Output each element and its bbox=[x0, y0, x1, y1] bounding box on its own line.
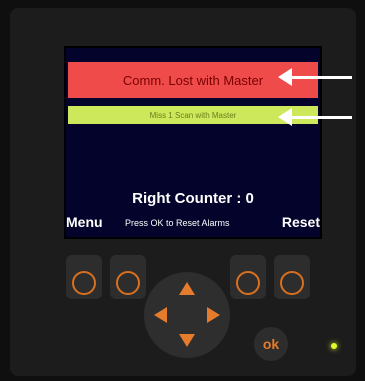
directional-pad[interactable] bbox=[144, 272, 230, 358]
softkey-button-4[interactable] bbox=[274, 255, 310, 299]
ok-button[interactable]: ok bbox=[254, 327, 288, 361]
softkey-button-2[interactable] bbox=[110, 255, 146, 299]
warning-message: Miss 1 Scan with Master bbox=[149, 110, 237, 120]
softkey-labels: Menu Press OK to Reset Alarms Reset bbox=[66, 214, 320, 232]
status-led bbox=[331, 343, 337, 349]
arrow-line-top bbox=[290, 76, 352, 79]
hmi-device: Comm. Lost with Master Miss 1 Scan with … bbox=[0, 0, 365, 381]
key-ring-icon bbox=[280, 271, 304, 295]
arrow-head-bottom-icon bbox=[278, 108, 292, 126]
arrow-head-top-icon bbox=[278, 68, 292, 86]
softkey-menu-label: Menu bbox=[66, 214, 103, 230]
arrow-line-bottom bbox=[290, 116, 352, 119]
dpad-down-icon[interactable] bbox=[179, 334, 195, 347]
softkey-button-3[interactable] bbox=[230, 255, 266, 299]
key-ring-icon bbox=[236, 271, 260, 295]
dpad-up-icon[interactable] bbox=[179, 282, 195, 295]
key-ring-icon bbox=[72, 271, 96, 295]
counter-display: Right Counter : 0 bbox=[132, 190, 254, 207]
alarm-message: Comm. Lost with Master bbox=[122, 72, 264, 88]
dpad-left-icon[interactable] bbox=[154, 307, 167, 323]
dpad-right-icon[interactable] bbox=[207, 307, 220, 323]
softkey-reset-label: Reset bbox=[281, 214, 320, 230]
softkey-help-text: Press OK to Reset Alarms bbox=[125, 218, 230, 228]
ok-button-label: ok bbox=[262, 336, 280, 352]
softkey-button-1[interactable] bbox=[66, 255, 102, 299]
key-ring-icon bbox=[116, 271, 140, 295]
